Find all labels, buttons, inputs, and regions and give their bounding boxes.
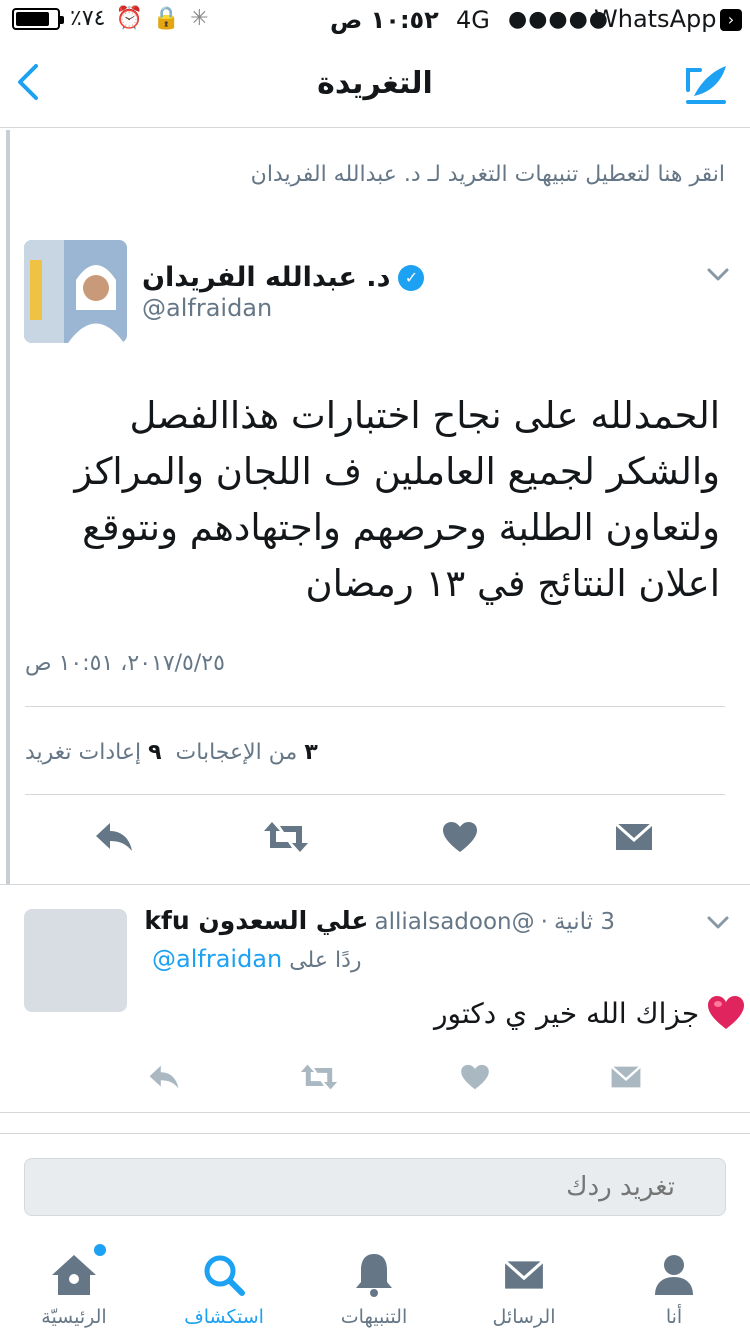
network-type: 4G [456,6,490,34]
reply-actions [0,1055,750,1099]
tweet-notifications-toggle[interactable]: انقر هنا لتعطيل تنبيهات التغريد لـ د. عب… [251,162,725,187]
author-name[interactable]: د. عبدالله الفريدان [142,262,390,293]
tab-label: التنبيهات [340,1306,408,1328]
chevron-down-icon[interactable] [705,910,731,936]
divider [0,884,750,885]
tab-notifications[interactable]: التنبيهات [314,1250,434,1328]
author-handle[interactable]: @alfraidan [142,294,272,322]
reply-separator: · [540,909,548,935]
retweets-count: ٩ [148,740,162,765]
tab-me[interactable]: أنا [614,1250,734,1328]
back-to-app-label[interactable]: WhatsApp [594,5,716,33]
reply-handle[interactable]: @allialsadoon [374,909,534,935]
replying-to-handle[interactable]: alfraidan@ [152,945,282,973]
likes-count: ٣ [304,740,318,765]
person-icon [614,1250,734,1300]
tab-label: استكشاف [184,1306,264,1328]
heart-emoji-icon [708,996,745,1029]
direct-message-icon[interactable] [604,1055,648,1099]
replying-to-label: ردًا على [289,948,362,973]
retweets-stat[interactable]: ٩ إعادات تغريد [25,740,162,765]
home-icon [14,1250,134,1300]
battery-percent: ٪٧٤ [70,6,106,31]
tab-label: الرئيسيّة [41,1306,107,1328]
page-title: التغريدة [317,66,433,101]
divider [25,706,725,707]
status-bar: ٪٧٤ ⏰ 🔒 ✳ ١٠:٥٢ ص 4G ●●●●● WhatsApp › [0,0,750,40]
tweet-actions [0,812,750,866]
status-left: ٪٧٤ ⏰ 🔒 ✳ [12,6,209,31]
likes-stat[interactable]: ٣ من الإعجابات [176,740,318,765]
heart-icon[interactable] [453,1055,497,1099]
compose-icon[interactable] [684,62,728,106]
alarm-icon: ⏰ [115,6,143,31]
activity-icon: ✳ [190,6,209,31]
navigation-bar: التغريدة [0,40,750,128]
search-icon [164,1250,284,1300]
tab-bar: الرئيسيّة استكشاف التنبيهات الرسائل أنا [0,1236,750,1334]
tweet-text: الحمدلله على نجاح اختبارات هذاالفصل والش… [74,394,720,605]
author-name-row: د. عبدالله الفريدان ✓ [142,262,425,293]
heart-icon[interactable] [438,812,482,862]
reply-header: 3 ثانية · @allialsadoon علي السعدون kfu [144,906,615,935]
verified-badge-icon: ✓ [398,264,425,291]
tab-label: أنا [665,1306,683,1328]
avatar[interactable] [24,240,127,343]
tab-explore[interactable]: استكشاف [164,1250,284,1328]
tweet-stats: ٣ من الإعجابات ٩ إعادات تغريد [25,740,318,765]
thread-indicator [6,130,10,885]
tab-label: الرسائل [492,1306,556,1328]
divider [0,1112,750,1113]
reply-text: جزاك الله خير ي دكتور [434,996,700,1030]
mail-icon [464,1250,584,1300]
new-content-dot [94,1244,106,1256]
tab-messages[interactable]: الرسائل [464,1250,584,1328]
tab-home[interactable]: الرئيسيّة [14,1244,134,1328]
retweet-icon[interactable] [262,812,310,862]
tweet-timestamp: ٢٠١٧/٥/٢٥، ١٠:٥١ ص [25,651,225,676]
replying-to: ردًا على alfraidan@ [152,945,362,973]
status-time: ١٠:٥٢ ص [330,6,439,34]
reply-input[interactable] [24,1158,726,1216]
retweets-label: إعادات تغريد [25,740,142,765]
reply-icon[interactable] [92,812,136,862]
back-to-app-icon[interactable]: › [720,9,742,31]
bell-icon [314,1250,434,1300]
reply-avatar[interactable] [24,909,127,1012]
reply-time: 3 ثانية [553,909,615,935]
reply-text-row: جزاك الله خير ي دكتور [434,995,745,1031]
divider [0,1133,750,1134]
reply-icon[interactable] [142,1055,186,1099]
retweet-icon[interactable] [298,1055,340,1099]
battery-icon [12,7,64,30]
chevron-down-icon[interactable] [705,262,731,288]
likes-label: من الإعجابات [175,740,298,765]
reply-author-name[interactable]: علي السعدون kfu [144,906,368,935]
rotation-lock-icon: 🔒 [152,6,181,31]
direct-message-icon[interactable] [612,812,656,862]
divider [25,794,725,795]
